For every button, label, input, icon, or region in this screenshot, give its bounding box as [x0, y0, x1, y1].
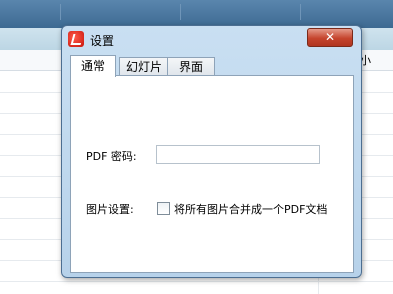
dialog-title: 设置: [90, 34, 115, 48]
tab-interface[interactable]: 界面: [167, 57, 215, 76]
tab-strip: 通常 幻灯片 界面: [70, 55, 354, 77]
close-icon: ✕: [324, 30, 336, 44]
tab-label: 幻灯片: [125, 60, 162, 74]
toolbar-separator: [180, 4, 181, 20]
settings-dialog: 设置 ✕ 通常 幻灯片 界面 PDF 密码: 图片设置: 将所有图片合并成一个P…: [61, 25, 362, 278]
list-row-divider: [0, 281, 393, 282]
background-toolbar: [0, 0, 393, 28]
tab-label: 通常: [80, 59, 105, 73]
close-button[interactable]: ✕: [307, 28, 353, 47]
image-settings-label: 图片设置:: [86, 203, 134, 216]
tab-label: 界面: [178, 60, 203, 74]
pdf-password-input[interactable]: [156, 145, 320, 164]
toolbar-separator: [60, 4, 61, 20]
merge-images-checkbox[interactable]: [157, 202, 170, 215]
dialog-titlebar[interactable]: 设置 ✕: [62, 26, 361, 52]
tab-general[interactable]: 通常: [70, 55, 116, 77]
merge-images-checkbox-label[interactable]: 将所有图片合并成一个PDF文档: [174, 201, 327, 217]
tab-slides[interactable]: 幻灯片: [119, 57, 169, 76]
pdf-password-label: PDF 密码:: [86, 150, 137, 163]
toolbar-separator: [300, 4, 301, 20]
pdf-app-icon: [68, 31, 84, 47]
tab-panel-general: PDF 密码: 图片设置: 将所有图片合并成一个PDF文档: [70, 75, 354, 273]
